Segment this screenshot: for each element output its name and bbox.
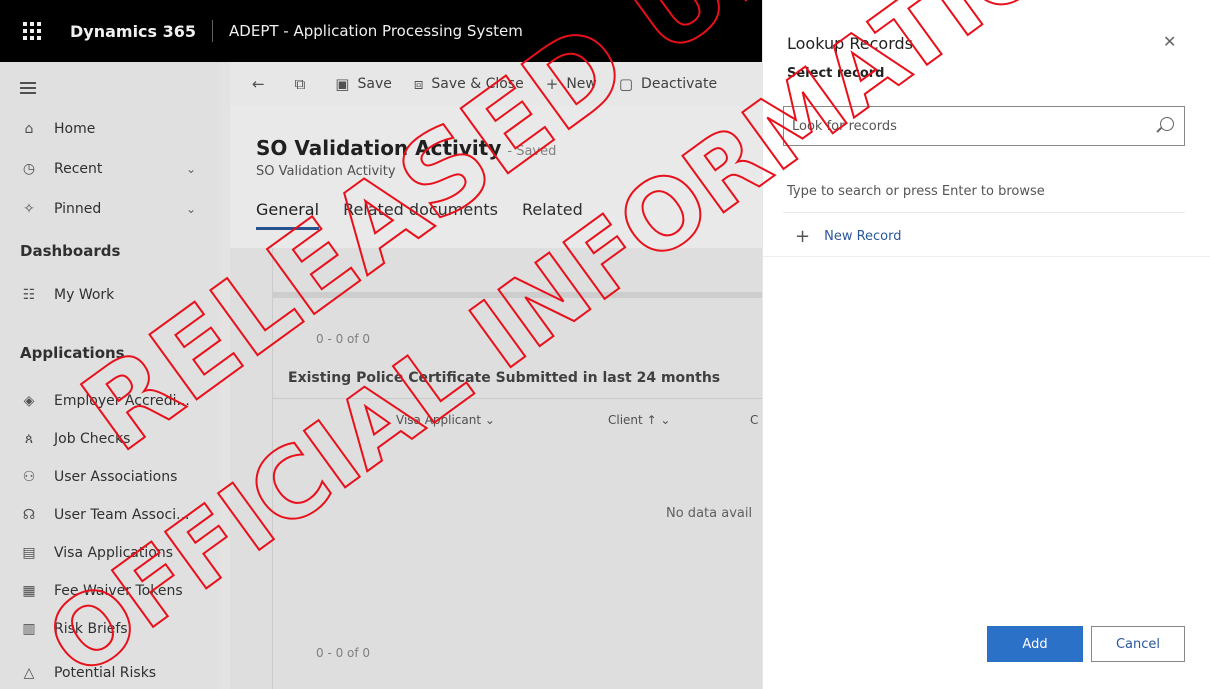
dialog-title: Lookup Records [787,34,913,53]
new-record-label: New Record [824,229,902,244]
divider [763,256,1210,257]
modal-backdrop[interactable] [0,0,762,689]
divider [783,212,1185,213]
search-hint: Type to search or press Enter to browse [787,184,1045,199]
lookup-dialog: Lookup Records ✕ Select record Type to s… [762,0,1210,689]
dynamics-app: Dynamics 365 ADEPT - Application Process… [0,0,762,689]
new-record-button[interactable]: + New Record [795,226,902,247]
plus-icon: + [795,226,811,247]
lookup-search-box[interactable] [783,106,1185,146]
close-icon[interactable]: ✕ [1163,32,1176,51]
search-input[interactable] [792,118,1142,134]
dialog-subtitle: Select record [787,66,885,81]
add-button[interactable]: Add [987,626,1083,662]
cancel-button[interactable]: Cancel [1091,626,1185,662]
search-icon[interactable] [1160,117,1174,131]
